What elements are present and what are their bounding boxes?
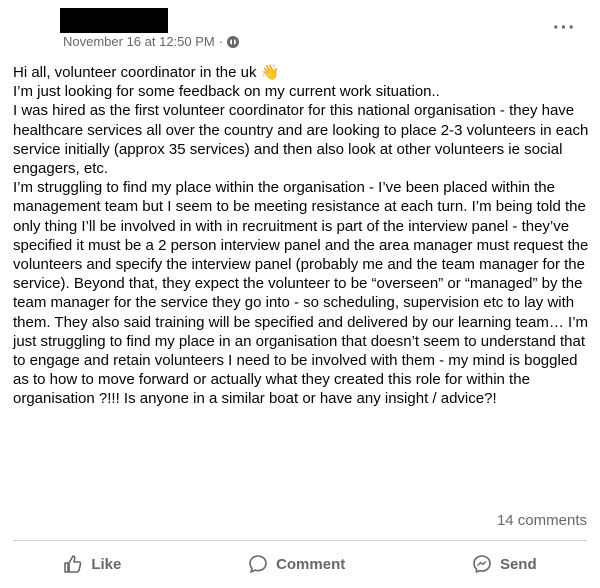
comment-label: Comment	[276, 555, 346, 573]
post-body: Hi all, volunteer coordinator in the uk …	[13, 63, 589, 409]
post-line-2: I’m just looking for some feedback on my…	[13, 83, 440, 101]
messenger-icon	[473, 555, 491, 573]
thumbs-up-icon	[64, 555, 82, 573]
post-paragraph-2: I’m struggling to find my place within t…	[13, 179, 589, 408]
more-options-icon[interactable]: ···	[553, 18, 576, 38]
post-meta: November 16 at 12:50 PM ·	[63, 34, 240, 49]
waving-hand-icon: 👋	[260, 64, 280, 81]
speech-bubble-icon	[249, 555, 267, 573]
globe-icon[interactable]	[227, 35, 240, 48]
divider	[13, 540, 587, 541]
meta-separator: ·	[218, 34, 224, 49]
post-paragraph-1: I was hired as the first volunteer coord…	[13, 102, 589, 178]
send-button[interactable]: Send	[448, 548, 561, 580]
like-button[interactable]: Like	[39, 548, 145, 580]
redacted-author-name	[60, 8, 168, 33]
send-label: Send	[499, 555, 537, 573]
post-card: November 16 at 12:50 PM · ··· Hi all, vo…	[0, 0, 600, 588]
post-line-1: Hi all, volunteer coordinator in the uk …	[13, 64, 280, 81]
action-bar: Like Comment Send	[0, 544, 600, 584]
like-label: Like	[91, 555, 122, 573]
comment-button[interactable]: Comment	[224, 548, 369, 580]
comments-count[interactable]: 14 comments	[497, 512, 587, 529]
post-timestamp[interactable]: November 16 at 12:50 PM	[63, 34, 215, 49]
